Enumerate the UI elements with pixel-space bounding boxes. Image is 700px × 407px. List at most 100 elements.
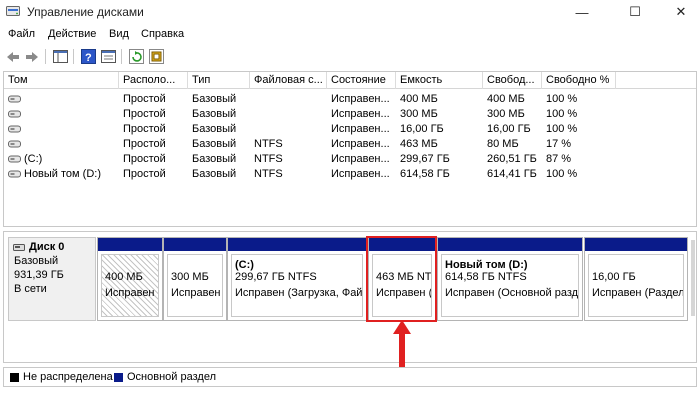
cell-filesystem-text: NTFS xyxy=(254,138,283,150)
disk-management-window: Управление дисками — ☐ ✕ Файл Действие В… xyxy=(0,0,700,407)
cell-capacity: 300 МБ xyxy=(396,107,483,122)
cell-filesystem: NTFS xyxy=(250,167,327,182)
menu-action[interactable]: Действие xyxy=(48,28,96,40)
menu-help[interactable]: Справка xyxy=(141,28,184,40)
console-tree-icon[interactable] xyxy=(51,48,69,65)
table-row[interactable]: Простой Базовый Исправен... 300 МБ 300 МБ 100… xyxy=(4,107,696,122)
legend-primary-label: Основной раздел xyxy=(127,371,216,383)
cell-layout-text: Простой xyxy=(123,108,166,120)
cell-type: Базовый xyxy=(188,167,250,182)
disk-0-label[interactable]: Диск 0 Базовый 931,39 ГБ В сети xyxy=(8,237,96,321)
cell-filesystem-text: NTFS xyxy=(254,153,283,165)
cell-volume xyxy=(4,107,119,122)
partition-color-band xyxy=(228,238,366,251)
cell-capacity: 400 МБ xyxy=(396,92,483,107)
minimize-button[interactable]: — xyxy=(565,0,599,24)
volume-list[interactable]: Том Располо... Тип Файловая с... Состоян… xyxy=(3,71,697,227)
cell-volume: Новый том (D:) xyxy=(4,167,119,182)
disk-graphical-view: Диск 0 Базовый 931,39 ГБ В сети 400 МБ И… xyxy=(3,231,697,363)
menu-view[interactable]: Вид xyxy=(109,28,129,40)
cell-capacity: 299,67 ГБ xyxy=(396,152,483,167)
column-header-layout[interactable]: Располо... xyxy=(119,72,188,89)
cell-layout: Простой xyxy=(119,167,188,182)
cell-free-percent: 100 % xyxy=(542,107,616,122)
cell-layout: Простой xyxy=(119,152,188,167)
cell-filesystem-text: NTFS xyxy=(254,168,283,180)
cell-free-space-text: 260,51 ГБ xyxy=(487,153,537,165)
column-header-volume[interactable]: Том xyxy=(4,72,119,89)
cell-free-percent: 100 % xyxy=(542,167,616,182)
legend-unallocated-swatch xyxy=(10,373,19,382)
cell-layout-text: Простой xyxy=(123,93,166,105)
cell-free-space: 300 МБ xyxy=(483,107,542,122)
cell-free-space: 260,51 ГБ xyxy=(483,152,542,167)
table-row[interactable]: Простой Базовый Исправен... 16,00 ГБ 16,00 Г… xyxy=(4,122,696,137)
column-header-type[interactable]: Тип xyxy=(188,72,250,89)
partition-title: Новый том (D:) xyxy=(445,259,528,271)
properties-icon[interactable] xyxy=(99,48,117,65)
cell-status-text: Исправен... xyxy=(331,93,390,105)
disk-status: В сети xyxy=(14,283,47,295)
cell-volume xyxy=(4,92,119,107)
partition-300mb[interactable]: 300 МБ Исправен xyxy=(163,237,227,321)
cell-type: Базовый xyxy=(188,92,250,107)
cell-status-text: Исправен... xyxy=(331,138,390,150)
volume-icon xyxy=(8,125,21,133)
table-row[interactable]: Новый том (D:) Простой Базовый NTFS Исправен… xyxy=(4,167,696,182)
cell-free-percent-text: 87 % xyxy=(546,153,572,165)
cell-free-space: 400 МБ xyxy=(483,92,542,107)
cell-type-text: Базовый xyxy=(192,168,237,180)
table-row[interactable]: Простой Базовый Исправен... 400 МБ 400 МБ 100… xyxy=(4,92,696,107)
partition-size: 400 МБ xyxy=(105,271,143,283)
vertical-scrollbar[interactable] xyxy=(691,240,695,316)
partition-color-band xyxy=(438,238,582,251)
cell-free-percent: 17 % xyxy=(542,137,616,152)
partition-16gb[interactable]: 16,00 ГБ Исправен (Раздел в конц xyxy=(584,237,688,321)
table-row[interactable]: Простой Базовый NTFS Исправен... 463 МБ 80 МБ… xyxy=(4,137,696,152)
cell-filesystem xyxy=(250,122,327,137)
cell-capacity-text: 300 МБ xyxy=(400,108,438,120)
back-arrow-icon[interactable] xyxy=(4,48,22,65)
column-header-capacity[interactable]: Емкость xyxy=(396,72,483,89)
cell-capacity-text: 400 МБ xyxy=(400,93,438,105)
cell-status: Исправен... xyxy=(327,122,396,137)
maximize-button[interactable]: ☐ xyxy=(618,0,652,24)
partition-status: Исправен xyxy=(105,287,155,299)
refresh-icon[interactable] xyxy=(127,48,145,65)
cell-free-space-text: 16,00 ГБ xyxy=(487,123,531,135)
column-header-free-percent[interactable]: Свободно % xyxy=(542,72,616,89)
cell-capacity-text: 299,67 ГБ xyxy=(400,153,450,165)
cell-free-percent: 100 % xyxy=(542,92,616,107)
partition-status: Исправен xyxy=(171,287,221,299)
settings-icon[interactable] xyxy=(147,48,165,65)
cell-layout-text: Простой xyxy=(123,168,166,180)
cell-status: Исправен... xyxy=(327,92,396,107)
partition-size: 614,58 ГБ NTFS xyxy=(445,271,527,283)
close-button[interactable]: ✕ xyxy=(664,0,698,24)
partition-title: (C:) xyxy=(235,259,254,271)
partition-c[interactable]: (C:) 299,67 ГБ NTFS Исправен (Загрузка, … xyxy=(227,237,367,321)
cell-status: Исправен... xyxy=(327,152,396,167)
column-header-filesystem[interactable]: Файловая с... xyxy=(250,72,327,89)
menu-file[interactable]: Файл xyxy=(8,28,35,40)
volume-icon xyxy=(8,140,21,148)
table-row[interactable]: (C:) Простой Базовый NTFS Исправен... 299,67 … xyxy=(4,152,696,167)
column-header-status[interactable]: Состояние xyxy=(327,72,396,89)
cell-status: Исправен... xyxy=(327,167,396,182)
cell-free-percent: 87 % xyxy=(542,152,616,167)
cell-filesystem: NTFS xyxy=(250,152,327,167)
cell-filesystem: NTFS xyxy=(250,137,327,152)
cell-layout-text: Простой xyxy=(123,153,166,165)
cell-type-text: Базовый xyxy=(192,138,237,150)
help-icon[interactable]: ? xyxy=(79,48,97,65)
red-arrow-annotation xyxy=(393,320,411,371)
cell-capacity-text: 16,00 ГБ xyxy=(400,123,444,135)
partition-color-band xyxy=(585,238,687,251)
cell-type: Базовый xyxy=(188,152,250,167)
column-header-free-space[interactable]: Свобод... xyxy=(483,72,542,89)
partition-400mb[interactable]: 400 МБ Исправен xyxy=(97,237,163,321)
forward-arrow-icon[interactable] xyxy=(23,48,41,65)
cell-type-text: Базовый xyxy=(192,93,237,105)
cell-filesystem xyxy=(250,92,327,107)
partition-d[interactable]: Новый том (D:) 614,58 ГБ NTFS Исправен (… xyxy=(437,237,583,321)
